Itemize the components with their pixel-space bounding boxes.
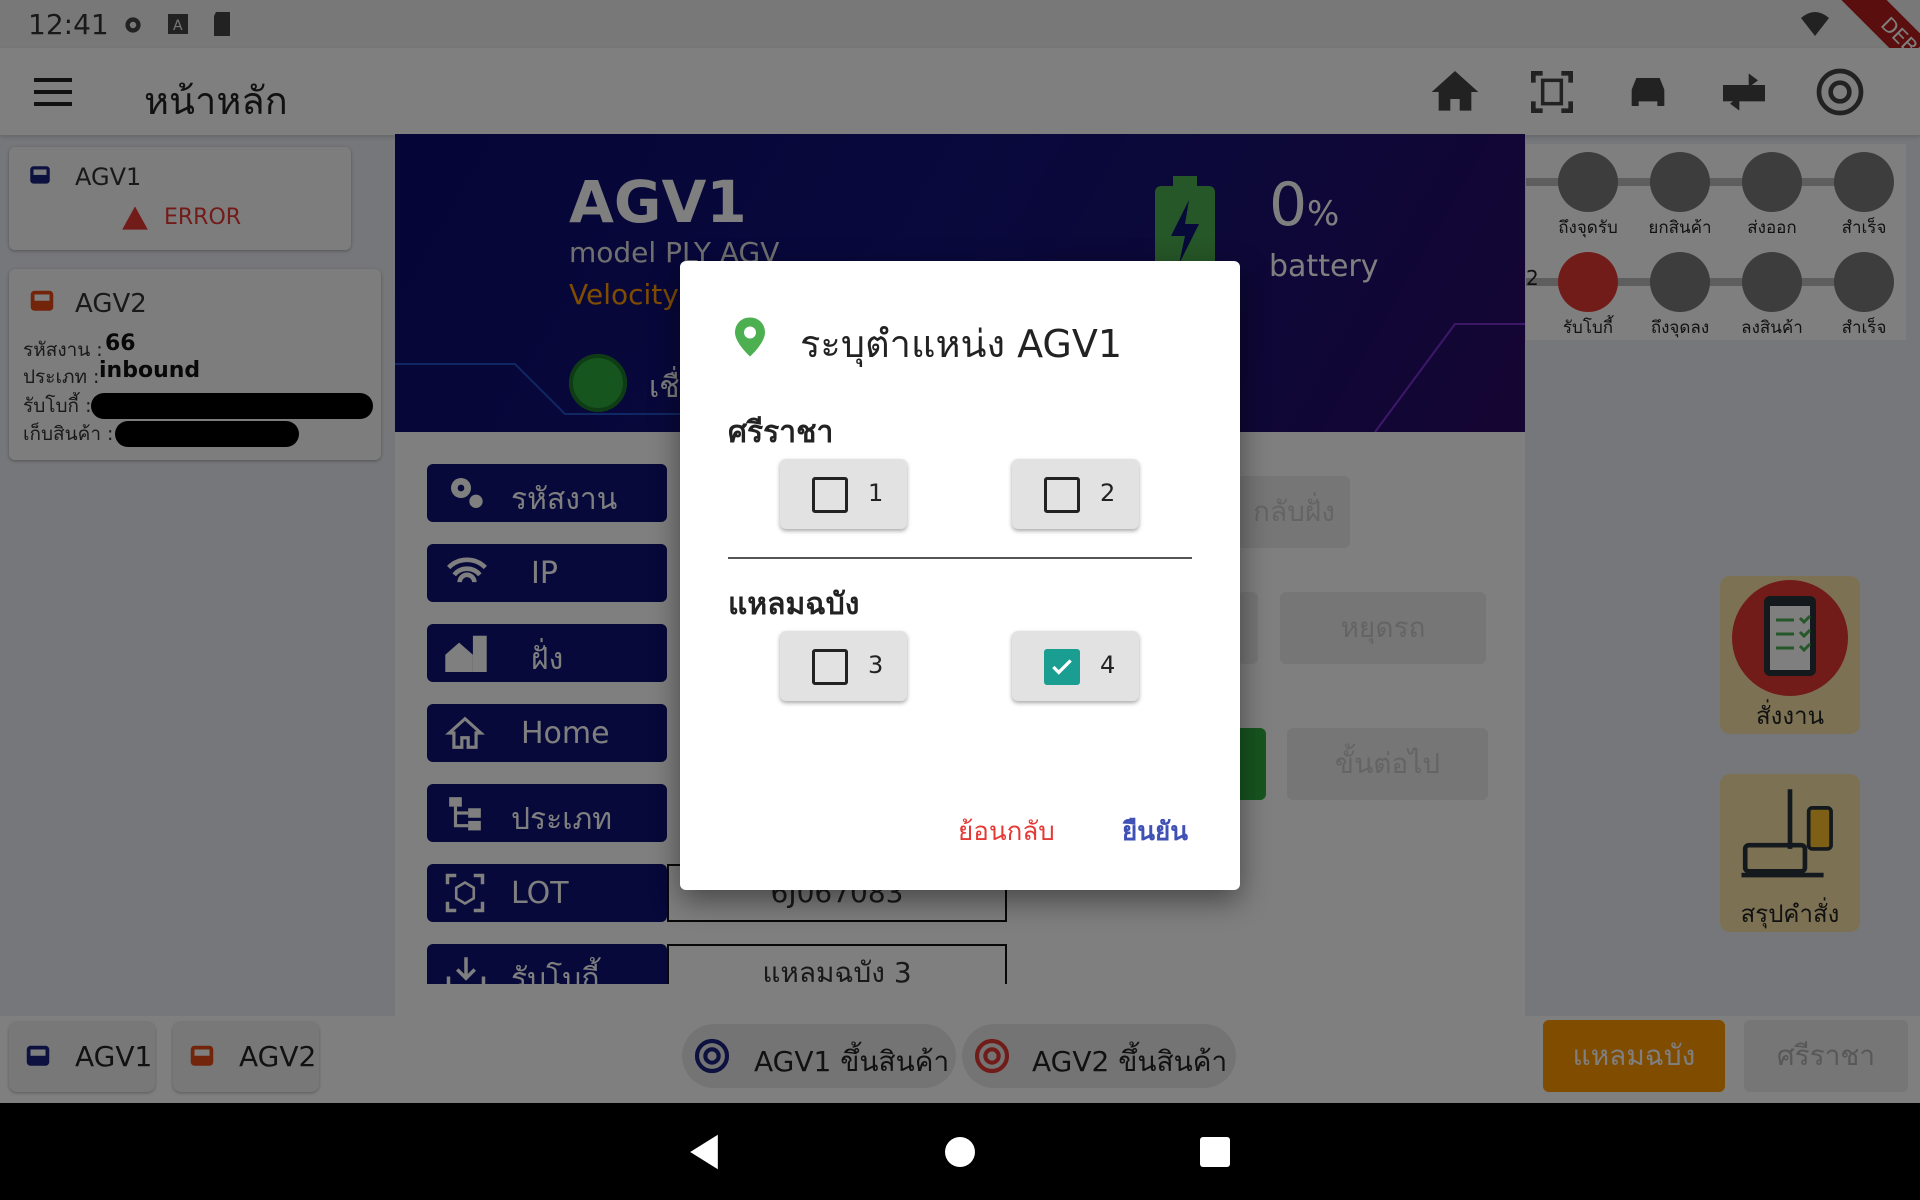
checkbox-3[interactable] [812,649,848,685]
option-4-label: 4 [1100,651,1116,679]
back-icon[interactable] [686,1133,722,1171]
option-2-label: 2 [1100,479,1116,507]
location-dialog: ระบุตำแหน่ง AGV1 ศรีราชา 1 2 แหลมฉบัง 3 … [680,261,1240,890]
cancel-button[interactable]: ย้อนกลับ [958,811,1055,852]
group-laem-chabang-label: แหลมฉบัง [728,587,860,622]
checkbox-1[interactable] [812,477,848,513]
option-4-button[interactable]: 4 [1012,631,1139,701]
home-nav-icon[interactable] [945,1137,975,1167]
option-3-button[interactable]: 3 [780,631,907,701]
check-icon [1052,659,1072,675]
confirm-button[interactable]: ยืนยัน [1122,811,1188,852]
option-2-button[interactable]: 2 [1012,459,1139,529]
option-1-label: 1 [868,479,884,507]
checkbox-4[interactable] [1044,649,1080,685]
recents-icon[interactable] [1200,1137,1230,1167]
location-pin-icon [735,317,765,357]
group-divider [728,557,1192,559]
checkbox-2[interactable] [1044,477,1080,513]
dialog-title: ระบุตำแหน่ง AGV1 [800,322,1123,366]
system-nav-bar [0,1103,1920,1200]
option-3-label: 3 [868,651,884,679]
option-1-button[interactable]: 1 [780,459,907,529]
group-sriracha-label: ศรีราชา [728,415,834,450]
